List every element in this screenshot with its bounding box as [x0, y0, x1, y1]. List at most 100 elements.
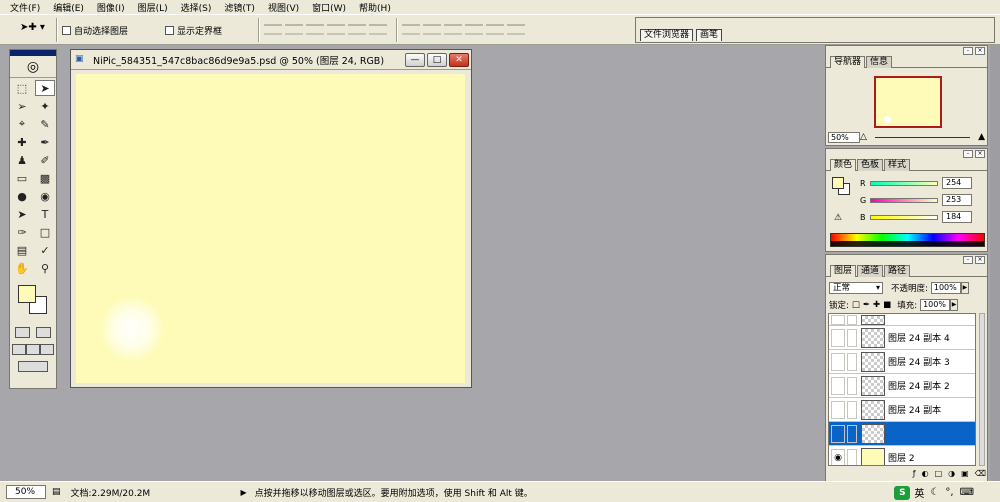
document-size-info[interactable]: 文档:2.29M/20.2M — [71, 486, 241, 499]
layer-visibility-toggle[interactable] — [831, 424, 845, 443]
new-set-icon[interactable]: □ — [935, 469, 943, 478]
lock-all-icon[interactable]: ■ — [883, 300, 891, 310]
dodge-tool-icon[interactable]: ◉ — [35, 188, 55, 204]
layer-link-toggle[interactable] — [847, 376, 857, 395]
blue-value-field[interactable]: 184 — [942, 211, 972, 223]
menu-select[interactable]: 选择(S) — [181, 1, 212, 14]
panel-minimize-icon[interactable]: - — [963, 150, 973, 158]
path-selection-tool-icon[interactable]: ➤ — [12, 206, 32, 222]
ime-language-indicator[interactable]: 英 — [914, 485, 924, 500]
green-slider[interactable] — [870, 197, 938, 203]
eye-icon[interactable]: ◉ — [831, 448, 845, 465]
panel-grip[interactable]: - × — [826, 46, 987, 56]
new-layer-icon[interactable]: ▣ — [961, 469, 969, 478]
status-zoom-field[interactable]: 50% — [6, 485, 46, 499]
layer-visibility-toggle[interactable] — [831, 314, 845, 325]
align-top-icon[interactable] — [264, 24, 282, 35]
layers-scrollbar[interactable] — [979, 313, 985, 466]
panel-minimize-icon[interactable]: - — [963, 47, 973, 55]
align-vcenter-icon[interactable] — [285, 24, 303, 35]
history-brush-tool-icon[interactable]: ✐ — [35, 152, 55, 168]
tab-navigator[interactable]: 导航器 — [830, 56, 866, 68]
align-hcenter-icon[interactable] — [348, 24, 366, 35]
layer-link-toggle[interactable] — [847, 328, 857, 347]
maximize-button[interactable]: □ — [427, 52, 447, 67]
hand-tool-icon[interactable]: ✋ — [12, 260, 32, 276]
layer-visibility-toggle[interactable] — [831, 328, 845, 347]
tab-paths[interactable]: 路径 — [884, 265, 911, 277]
layer-link-toggle[interactable] — [847, 314, 857, 325]
zoom-in-icon[interactable]: ▲ — [978, 132, 985, 142]
navigator-thumbnail[interactable] — [874, 76, 942, 128]
menu-filter[interactable]: 滤镜(T) — [224, 1, 255, 14]
panel-grip[interactable]: - × — [826, 255, 987, 265]
menu-view[interactable]: 视图(V) — [268, 1, 299, 14]
layer-row-selected[interactable] — [829, 422, 975, 446]
layer-mask-icon[interactable]: ◐ — [922, 469, 929, 478]
slice-tool-icon[interactable]: ✎ — [35, 116, 55, 132]
well-tab-brushes[interactable]: 画笔 — [696, 29, 723, 41]
layer-visibility-toggle[interactable] — [831, 400, 845, 419]
marquee-tool-icon[interactable]: ⬚ — [12, 80, 32, 96]
menu-image[interactable]: 图像(I) — [97, 1, 125, 14]
minimize-button[interactable]: — — [405, 52, 425, 67]
layer-link-toggle[interactable] — [847, 448, 857, 465]
red-slider[interactable] — [870, 180, 938, 186]
standard-mode-icon[interactable] — [15, 327, 30, 338]
full-screen-mode-icon[interactable] — [40, 344, 54, 355]
document-title-bar[interactable]: ▣ NiPic_584351_547c8bac86d9e9a5.psd @ 50… — [71, 50, 471, 70]
panel-close-icon[interactable]: × — [975, 256, 985, 264]
clone-stamp-tool-icon[interactable]: ♟ — [12, 152, 32, 168]
lock-position-icon[interactable]: ✚ — [873, 300, 880, 310]
distribute-bottom-icon[interactable] — [444, 24, 462, 35]
layer-style-icon[interactable]: ƒ — [913, 469, 916, 478]
eyedropper-tool-icon[interactable]: ✓ — [35, 242, 55, 258]
distribute-top-icon[interactable] — [402, 24, 420, 35]
document-canvas[interactable] — [76, 74, 465, 383]
panel-minimize-icon[interactable]: - — [963, 256, 973, 264]
distribute-right-icon[interactable] — [507, 24, 525, 35]
sogou-ime-icon[interactable]: S — [894, 485, 911, 500]
distribute-vcenter-icon[interactable] — [423, 24, 441, 35]
layer-row[interactable]: 图层 24 副本 — [829, 398, 975, 422]
layer-row[interactable]: 图层 24 副本 4 — [829, 326, 975, 350]
opacity-field[interactable]: 100% — [930, 282, 961, 294]
tab-layers[interactable]: 图层 — [830, 265, 857, 277]
show-bounding-box-checkbox[interactable]: 显示定界框 — [165, 24, 222, 37]
opacity-arrow-button[interactable]: ▶ — [960, 282, 969, 294]
lock-transparency-icon[interactable]: □ — [852, 300, 860, 310]
close-button[interactable]: ✕ — [449, 52, 469, 67]
layer-link-toggle[interactable] — [847, 400, 857, 419]
magic-wand-tool-icon[interactable]: ✦ — [35, 98, 55, 114]
layer-row[interactable]: 图层 24 副本 3 — [829, 350, 975, 374]
zoom-tool-icon[interactable]: ⚲ — [35, 260, 55, 276]
status-arrow-icon[interactable]: ▶ — [241, 488, 247, 497]
align-right-icon[interactable] — [369, 24, 387, 35]
menu-edit[interactable]: 编辑(E) — [53, 1, 84, 14]
ime-punctuation-icon[interactable]: °, — [945, 487, 953, 498]
layer-visibility-toggle[interactable] — [831, 352, 845, 371]
crop-tool-icon[interactable]: ⌖ — [12, 116, 32, 132]
imageready-icon[interactable] — [18, 361, 48, 372]
notes-tool-icon[interactable]: ▤ — [12, 242, 32, 258]
panel-grip[interactable]: - × — [826, 149, 987, 159]
red-value-field[interactable]: 254 — [942, 177, 972, 189]
pen-tool-icon[interactable]: ✑ — [12, 224, 32, 240]
well-tab-file-browser[interactable]: 文件浏览器 — [640, 29, 694, 41]
adjustment-layer-icon[interactable]: ◑ — [948, 469, 955, 478]
layer-link-toggle[interactable] — [847, 424, 857, 443]
tab-channels[interactable]: 通道 — [857, 265, 884, 277]
blue-slider[interactable] — [870, 214, 938, 220]
shape-tool-icon[interactable]: □ — [35, 224, 55, 240]
ime-moon-icon[interactable]: ☾ — [930, 487, 939, 498]
menu-file[interactable]: 文件(F) — [10, 1, 40, 14]
photoshop-eye-logo-icon[interactable]: ◎ — [10, 56, 56, 78]
color-fg-swatch[interactable] — [832, 177, 844, 189]
auto-select-layer-checkbox[interactable]: 自动选择图层 — [62, 24, 128, 37]
gradient-tool-icon[interactable]: ▩ — [35, 170, 55, 186]
align-left-icon[interactable] — [327, 24, 345, 35]
tab-swatches[interactable]: 色板 — [857, 159, 884, 171]
layer-link-toggle[interactable] — [847, 352, 857, 371]
distribute-left-icon[interactable] — [465, 24, 483, 35]
type-tool-icon[interactable]: T — [35, 206, 55, 222]
